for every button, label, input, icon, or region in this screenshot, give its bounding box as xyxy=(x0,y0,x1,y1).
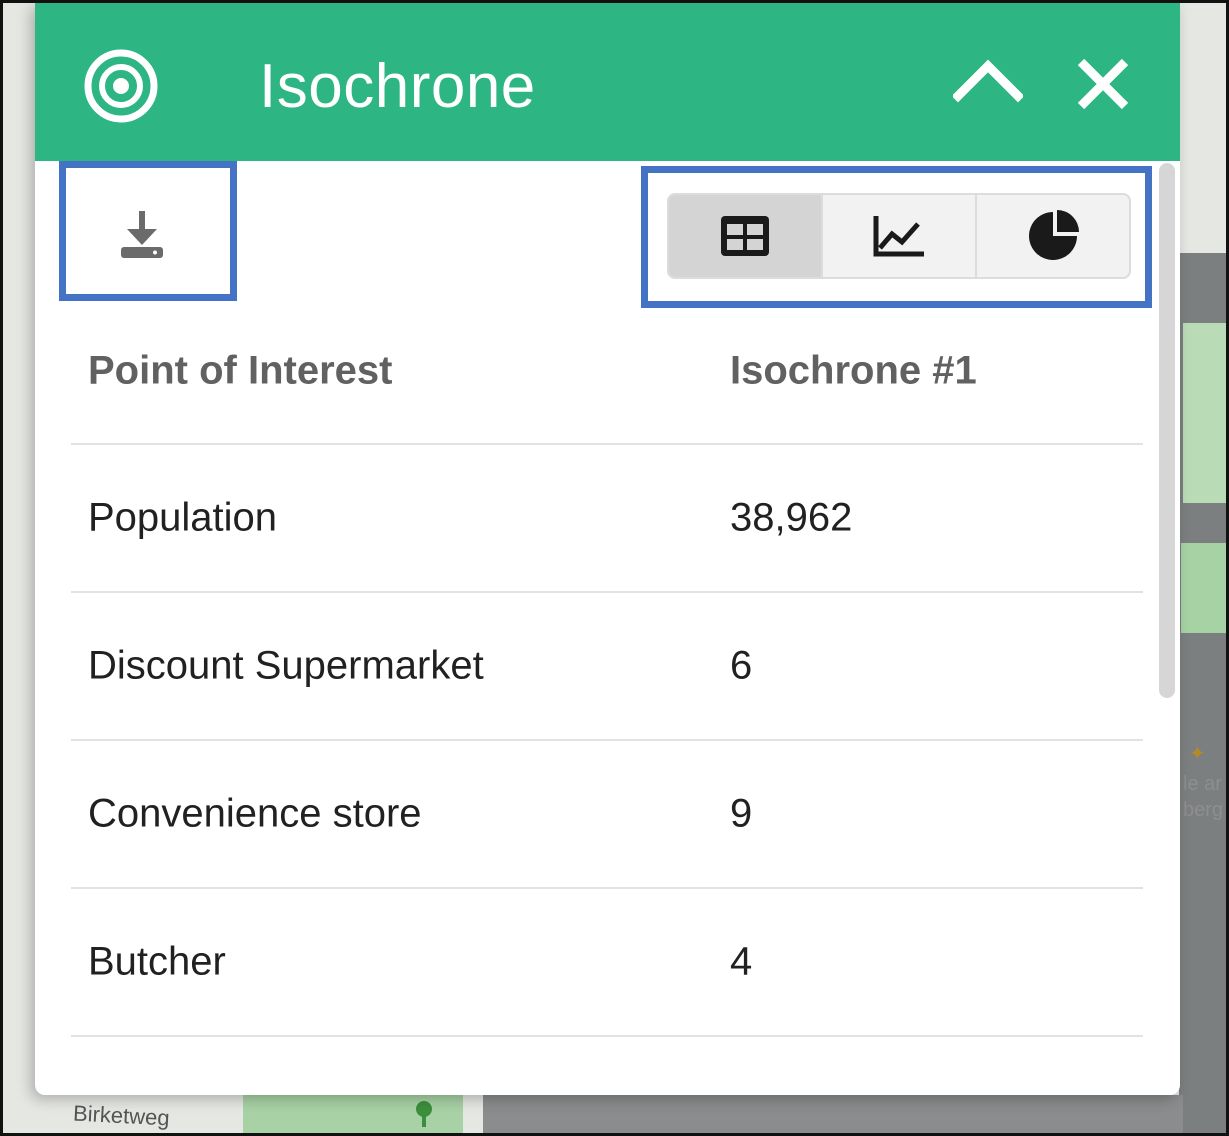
row-label: Butcher xyxy=(88,939,226,984)
highlight-box-download xyxy=(59,161,237,301)
panel-header: Isochrone xyxy=(35,3,1180,161)
restaurant-icon: ✦ xyxy=(1189,743,1206,765)
row-label: Convenience store xyxy=(88,791,422,836)
table-row: Discount Supermarket 6 xyxy=(71,593,1143,741)
row-value: 38,962 xyxy=(730,495,853,540)
row-label: Population xyxy=(88,495,278,540)
street-label: Birketweg xyxy=(72,1100,171,1131)
table-header-row: Point of Interest Isochrone #1 xyxy=(71,299,1143,445)
chevron-up-icon[interactable] xyxy=(953,58,1023,103)
close-icon[interactable] xyxy=(1075,56,1131,112)
row-value: 9 xyxy=(730,791,753,836)
column-header-isochrone: Isochrone #1 xyxy=(730,348,977,393)
screenshot-frame: Birketweg ✦ le ar berg Isochrone Point o… xyxy=(0,0,1229,1136)
tree-icon xyxy=(416,1101,432,1127)
scrollbar-thumb[interactable] xyxy=(1159,163,1175,698)
highlight-box-views xyxy=(641,166,1152,308)
table-row: Convenience store 9 xyxy=(71,741,1143,889)
target-icon xyxy=(84,49,158,123)
panel-title: Isochrone xyxy=(259,52,536,121)
column-header-poi: Point of Interest xyxy=(88,348,393,393)
table-row: Population 38,962 xyxy=(71,445,1143,593)
row-label: Discount Supermarket xyxy=(88,643,484,688)
map-text-fragment: le ar berg xyxy=(1183,773,1224,821)
table-row: Butcher 4 xyxy=(71,889,1143,1037)
row-value: 4 xyxy=(730,939,753,984)
row-value: 6 xyxy=(730,643,753,688)
poi-table: Point of Interest Isochrone #1 Populatio… xyxy=(71,299,1143,1037)
